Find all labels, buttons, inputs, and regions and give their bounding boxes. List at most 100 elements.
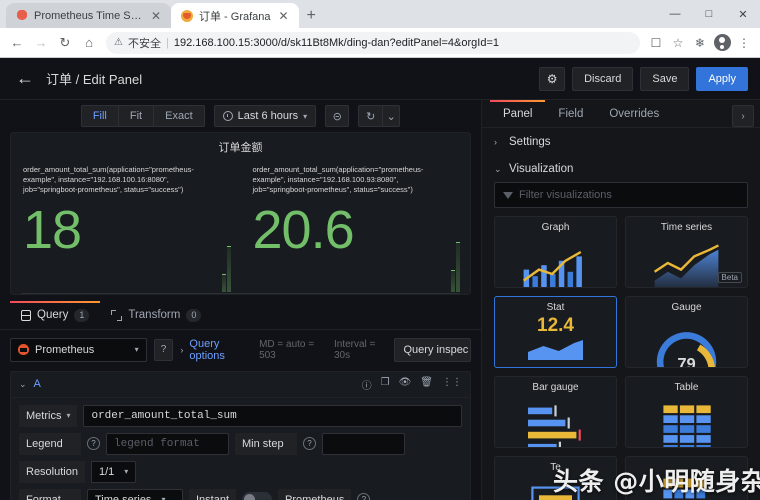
resolution-select[interactable]: 1/1 ▾	[90, 460, 137, 483]
tab-query[interactable]: Query 1	[10, 301, 101, 329]
viz-card-table[interactable]: Table	[625, 376, 748, 448]
chevron-down-icon: ⌄	[494, 163, 502, 174]
stat-series-label: order_amount_total_sum(application="prom…	[252, 165, 424, 195]
apply-button[interactable]: Apply	[696, 66, 748, 91]
section-settings[interactable]: › Settings	[482, 128, 760, 155]
min-step-input[interactable]	[322, 432, 405, 455]
panel-fit-mode-group: Fill Fit Exact	[80, 105, 205, 127]
refresh-interval-caret-icon[interactable]: ⌄	[382, 105, 401, 127]
min-step-help-icon[interactable]: ?	[303, 437, 316, 451]
graph-thumbnail-icon	[495, 236, 616, 287]
window-controls: — □ ✕	[658, 0, 760, 28]
legend-help-icon[interactable]: ?	[87, 437, 100, 451]
browser-tab-title: Prometheus Time Series Colle	[34, 9, 143, 22]
translate-icon[interactable]: ☐	[646, 33, 666, 53]
reload-icon[interactable]: ↻	[54, 32, 76, 54]
transform-count-badge: 0	[186, 309, 202, 322]
viz-card-stat[interactable]: Stat 12.4	[494, 296, 617, 368]
help-circle-icon[interactable]: ?	[153, 338, 174, 361]
more-menu-icon[interactable]: ⋮	[734, 33, 754, 53]
resolution-field-row: Resolution 1/1 ▾	[19, 460, 462, 483]
trash-icon[interactable]: 🗑	[420, 377, 433, 392]
omnibox-separator: |	[165, 36, 169, 49]
bar-gauge-thumbnail-icon	[495, 396, 616, 447]
browser-tab-prometheus[interactable]: Prometheus Time Series Colle ✕	[6, 3, 171, 28]
section-visualization-label: Visualization	[509, 163, 574, 175]
tab-overrides[interactable]: Overrides	[596, 100, 672, 127]
prometheus-favicon-icon	[16, 9, 28, 22]
duplicate-icon[interactable]: ❐	[381, 377, 390, 392]
grafana-app: ← 订单 / Edit Panel ⚙ Discard Save Apply F…	[0, 58, 760, 500]
window-close-icon[interactable]: ✕	[726, 0, 760, 28]
query-datasource-help-icon[interactable]: ?	[357, 493, 371, 500]
fit-mode-fill[interactable]: Fill	[80, 105, 118, 127]
eye-icon[interactable]: 👁	[399, 377, 412, 392]
back-icon[interactable]: ←	[6, 32, 28, 54]
fit-mode-fit[interactable]: Fit	[117, 105, 154, 127]
query-row-fields: Metrics ▾ order_amount_total_sum Legend …	[11, 398, 470, 500]
stat-panel[interactable]: 订单金额 order_amount_total_sum(application=…	[10, 132, 471, 295]
close-icon[interactable]: ✕	[277, 10, 291, 22]
home-icon[interactable]: ⌂	[78, 32, 100, 54]
fit-mode-exact[interactable]: Exact	[153, 105, 205, 127]
chevron-down-icon[interactable]: ⌄	[19, 379, 27, 390]
tab-transform[interactable]: Transform 0	[100, 301, 212, 329]
datasource-picker[interactable]: Prometheus ▾	[10, 337, 147, 362]
filter-visualizations-input[interactable]: Filter visualizations	[494, 182, 748, 208]
time-range-picker[interactable]: Last 6 hours ▾	[213, 105, 317, 127]
metrics-input[interactable]: order_amount_total_sum	[83, 404, 462, 427]
browser-tab-grafana[interactable]: 订单 - Grafana ✕	[171, 3, 299, 28]
discard-button[interactable]: Discard	[572, 66, 634, 91]
minimize-icon[interactable]: —	[658, 0, 692, 28]
tab-panel[interactable]: Panel	[490, 100, 546, 127]
back-to-dashboard-button[interactable]: ←	[12, 66, 38, 92]
collapse-options-pane-button[interactable]: ›	[732, 105, 754, 127]
funnel-icon	[503, 191, 513, 199]
query-options-toggle[interactable]: › Query options MD = auto = 503 Interval…	[180, 338, 386, 362]
query-ref-id[interactable]: A	[34, 378, 41, 390]
security-label: 不安全	[127, 37, 161, 50]
help-icon[interactable]: ⓘ	[362, 377, 372, 392]
filter-wrap: Filter visualizations	[482, 182, 760, 216]
gear-icon[interactable]: ⚙	[539, 66, 566, 91]
metrics-label-text: Metrics	[26, 409, 62, 422]
zoom-out-icon[interactable]: ⊝	[325, 105, 350, 127]
viz-card-graph[interactable]: Graph	[494, 216, 617, 288]
address-bar[interactable]: ⚠ 不安全 | 192.168.100.15:3000/d/sk11Bt8Mk/…	[106, 31, 640, 54]
edit-panel-body: Fill Fit Exact Last 6 hours ▾ ⊝ ↻ ⌄ 订单金额	[0, 100, 760, 500]
instant-label: Instant	[189, 488, 237, 500]
extensions-icon[interactable]: ❄	[690, 33, 710, 53]
viz-card-gauge[interactable]: Gauge 79	[625, 296, 748, 368]
forward-icon[interactable]: →	[30, 32, 52, 54]
close-icon[interactable]: ✕	[149, 10, 163, 22]
viz-card-bar-gauge[interactable]: Bar gauge	[494, 376, 617, 448]
viz-card-text[interactable]: Te	[494, 456, 617, 500]
save-button[interactable]: Save	[640, 66, 690, 91]
profile-avatar-icon[interactable]	[712, 33, 732, 53]
new-tab-button[interactable]: +	[307, 8, 316, 24]
not-secure-warning-icon: ⚠	[114, 37, 123, 48]
tab-field[interactable]: Field	[545, 100, 596, 127]
metrics-label[interactable]: Metrics ▾	[19, 404, 78, 427]
grafana-favicon-icon	[181, 9, 193, 22]
maximize-icon[interactable]: □	[692, 0, 726, 28]
drag-handle-icon[interactable]: ⋮⋮	[442, 377, 462, 392]
chevron-down-icon: ▾	[124, 467, 129, 477]
viz-card-heatmap[interactable]	[625, 456, 748, 500]
legend-input[interactable]: legend format	[106, 432, 229, 455]
filter-placeholder: Filter visualizations	[519, 189, 612, 201]
viz-card-label: Bar gauge	[532, 382, 579, 393]
panel-baseline	[21, 293, 460, 294]
section-visualization[interactable]: ⌄ Visualization	[482, 155, 760, 182]
viz-card-time-series[interactable]: Time series Beta	[625, 216, 748, 288]
panel-title: 订单金额	[218, 142, 263, 154]
options-tabs: Panel Field Overrides ›	[482, 100, 760, 128]
instant-label-text: Instant	[196, 493, 230, 500]
query-options-interval: Interval = 30s	[333, 338, 376, 361]
bookmark-star-icon[interactable]: ☆	[668, 33, 688, 53]
query-inspector-button[interactable]: Query inspec	[393, 337, 471, 362]
format-select[interactable]: Time series ▾	[87, 488, 183, 500]
instant-toggle[interactable]	[242, 492, 273, 500]
stat-row: order_amount_total_sum(application="prom…	[11, 157, 470, 293]
refresh-icon[interactable]: ↻	[358, 105, 383, 127]
